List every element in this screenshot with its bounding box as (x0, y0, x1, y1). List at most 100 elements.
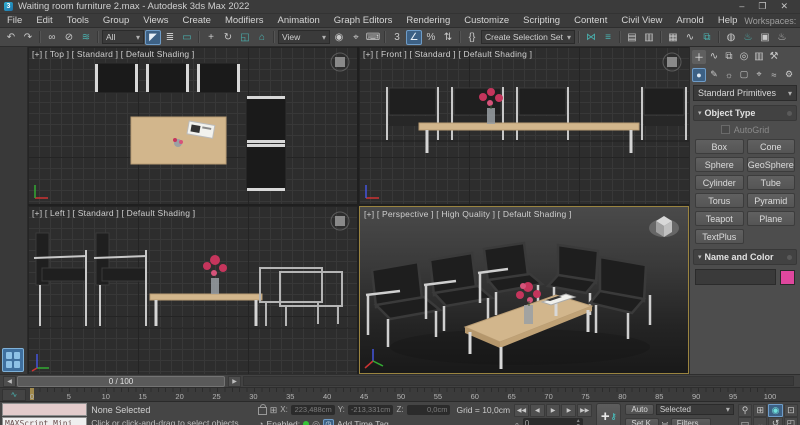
primitive-cone-button[interactable]: Cone (747, 139, 796, 154)
primitive-tube-button[interactable]: Tube (747, 175, 796, 190)
subtab-geometry[interactable]: ● (692, 68, 706, 82)
select-and-place-icon[interactable]: ⌂ (254, 30, 270, 45)
time-tag-icon[interactable]: ◷ (323, 419, 334, 425)
render-production-icon[interactable]: ♨ (774, 30, 790, 45)
subtab-cameras[interactable]: ▢ (737, 68, 751, 82)
primitive-textplus-button[interactable]: TextPlus (695, 229, 744, 244)
subtab-systems[interactable]: ⚙ (782, 68, 796, 82)
tab-hierarchy[interactable]: ⧉ (722, 50, 736, 64)
go-to-end-button[interactable]: ▶▶ (577, 404, 592, 417)
object-type-rollout[interactable]: ▾ Object Type (693, 105, 797, 121)
viewport-layout-tabs-button[interactable] (2, 348, 24, 372)
time-slider-track[interactable] (243, 376, 794, 386)
viewport-left[interactable]: [+] [ Left ] [ Standard ] [ Default Shad… (28, 206, 357, 374)
pan-view-icon[interactable]: ↔ (753, 417, 767, 425)
maximize-viewport-icon[interactable]: ◰ (784, 417, 798, 425)
go-to-start-button[interactable]: ◀◀ (514, 404, 529, 417)
selection-filter-dropdown[interactable]: All (102, 30, 144, 44)
select-by-name-icon[interactable]: ≣ (162, 30, 178, 45)
viewcube-perspective[interactable] (646, 211, 682, 243)
keyboard-shortcut-override-icon[interactable]: ⌨ (365, 30, 381, 45)
percent-snap-icon[interactable]: % (423, 30, 439, 45)
y-coordinate-field[interactable]: -213,331cm (348, 405, 394, 415)
maximize-button[interactable]: ❐ (758, 1, 766, 12)
close-button[interactable]: ✕ (780, 1, 788, 12)
primitive-torus-button[interactable]: Torus (695, 193, 744, 208)
menu-scripting[interactable]: Scripting (516, 14, 567, 27)
bind-to-space-warp-icon[interactable]: ≋ (78, 30, 94, 45)
toggle-ring-icon[interactable]: ◎ (312, 419, 320, 425)
select-and-move-icon[interactable]: + (203, 30, 219, 45)
menu-arnold[interactable]: Arnold (669, 14, 710, 27)
viewcube-left[interactable] (329, 210, 351, 232)
primitive-category-dropdown[interactable]: Standard Primitives (693, 85, 797, 101)
key-selected-dropdown[interactable]: Selected (656, 404, 734, 415)
activeshade-icon[interactable]: ◔ (258, 419, 263, 425)
snap-toggle-3d-icon[interactable]: 3 (389, 30, 405, 45)
viewport-left-label[interactable]: [+] [ Left ] [ Standard ] [ Default Shad… (32, 208, 195, 218)
zoom-extents-all-icon[interactable]: ⊡ (784, 404, 798, 417)
primitive-box-button[interactable]: Box (695, 139, 744, 154)
select-object-icon[interactable]: ◤ (145, 30, 161, 45)
menu-help[interactable]: Help (711, 14, 745, 27)
key-filter-icon[interactable]: ∺ (661, 419, 669, 425)
previous-frame-button[interactable]: ◀ (530, 404, 545, 417)
angle-snap-icon[interactable]: ∠ (406, 30, 422, 45)
selection-region-icon[interactable]: ▭ (179, 30, 195, 45)
menu-edit[interactable]: Edit (29, 14, 59, 27)
primitive-sphere-button[interactable]: Sphere (695, 157, 744, 172)
viewport-front-label[interactable]: [+] [ Front ] [ Standard ] [ Default Sha… (363, 49, 532, 59)
toggle-scene-explorer-icon[interactable]: ▤ (624, 30, 640, 45)
tab-utilities[interactable]: ⚒ (767, 50, 781, 64)
menu-civil-view[interactable]: Civil View (614, 14, 669, 27)
set-keys-button[interactable]: +⚷ (596, 403, 621, 425)
subtab-helpers[interactable]: ⌖ (752, 68, 766, 82)
x-coordinate-field[interactable]: 223,488cm (291, 405, 335, 415)
selection-lock-icon[interactable] (258, 407, 267, 415)
next-frame-button[interactable]: ▶ (561, 404, 576, 417)
mini-curve-editor-button[interactable]: ∿ (2, 389, 26, 401)
maxscript-macro-pane[interactable] (2, 403, 87, 416)
object-name-field[interactable] (695, 269, 776, 285)
unlink-selection-icon[interactable]: ⊘ (61, 30, 77, 45)
subtab-space-warps[interactable]: ≈ (767, 68, 781, 82)
toggle-ribbon-icon[interactable]: ▦ (665, 30, 681, 45)
time-slider-prev-button[interactable]: ◀ (3, 376, 16, 387)
current-frame-field[interactable]: 0▲▼ (523, 418, 583, 425)
redo-icon[interactable]: ↷ (20, 30, 36, 45)
menu-views[interactable]: Views (136, 14, 175, 27)
object-color-swatch[interactable] (780, 270, 795, 285)
primitive-teapot-button[interactable]: Teapot (695, 211, 744, 226)
primitive-geosphere-button[interactable]: GeoSphere (747, 157, 796, 172)
viewcube-top[interactable] (329, 51, 351, 73)
set-key-button[interactable]: Set K. (625, 418, 659, 425)
menu-file[interactable]: File (0, 14, 29, 27)
create-selection-set-dropdown[interactable]: Create Selection Set (481, 30, 575, 44)
curve-editor-icon[interactable]: ∿ (682, 30, 698, 45)
mirror-icon[interactable]: ⋈ (583, 30, 599, 45)
auto-key-button[interactable]: Auto (625, 404, 653, 415)
select-and-scale-icon[interactable]: ◱ (237, 30, 253, 45)
viewport-top[interactable]: [+] [ Top ] [ Standard ] [ Default Shadi… (28, 47, 357, 204)
maxscript-listener-pane[interactable]: MAXScript Mini (2, 417, 87, 425)
minimize-button[interactable]: – (739, 1, 744, 12)
viewport-front[interactable]: [+] [ Front ] [ Standard ] [ Default Sha… (359, 47, 689, 204)
undo-icon[interactable]: ↶ (3, 30, 19, 45)
select-and-manipulate-icon[interactable]: ⌖ (348, 30, 364, 45)
edit-named-selection-sets-icon[interactable]: {} (464, 30, 480, 45)
time-slider-next-button[interactable]: ▶ (228, 376, 241, 387)
subtab-lights[interactable]: ☼ (722, 68, 736, 82)
spinner-snap-icon[interactable]: ⇅ (440, 30, 456, 45)
autogrid-checkbox[interactable] (721, 125, 730, 134)
zoom-icon[interactable]: ⚲ (738, 404, 752, 417)
render-setup-icon[interactable]: ♨ (740, 30, 756, 45)
tab-motion[interactable]: ◎ (737, 50, 751, 64)
menu-animation[interactable]: Animation (271, 14, 327, 27)
tab-create[interactable]: ＋ (692, 50, 706, 64)
track-bar[interactable]: ∿ 05101520253035404550556065707580859095… (0, 388, 800, 402)
menu-modifiers[interactable]: Modifiers (218, 14, 271, 27)
name-and-color-rollout[interactable]: ▾ Name and Color (693, 249, 797, 265)
viewport-perspective[interactable]: [+] [ Perspective ] [ High Quality ] [ D… (359, 206, 689, 374)
schematic-view-icon[interactable]: ⧉ (699, 30, 715, 45)
select-and-link-icon[interactable]: ∞ (44, 30, 60, 45)
